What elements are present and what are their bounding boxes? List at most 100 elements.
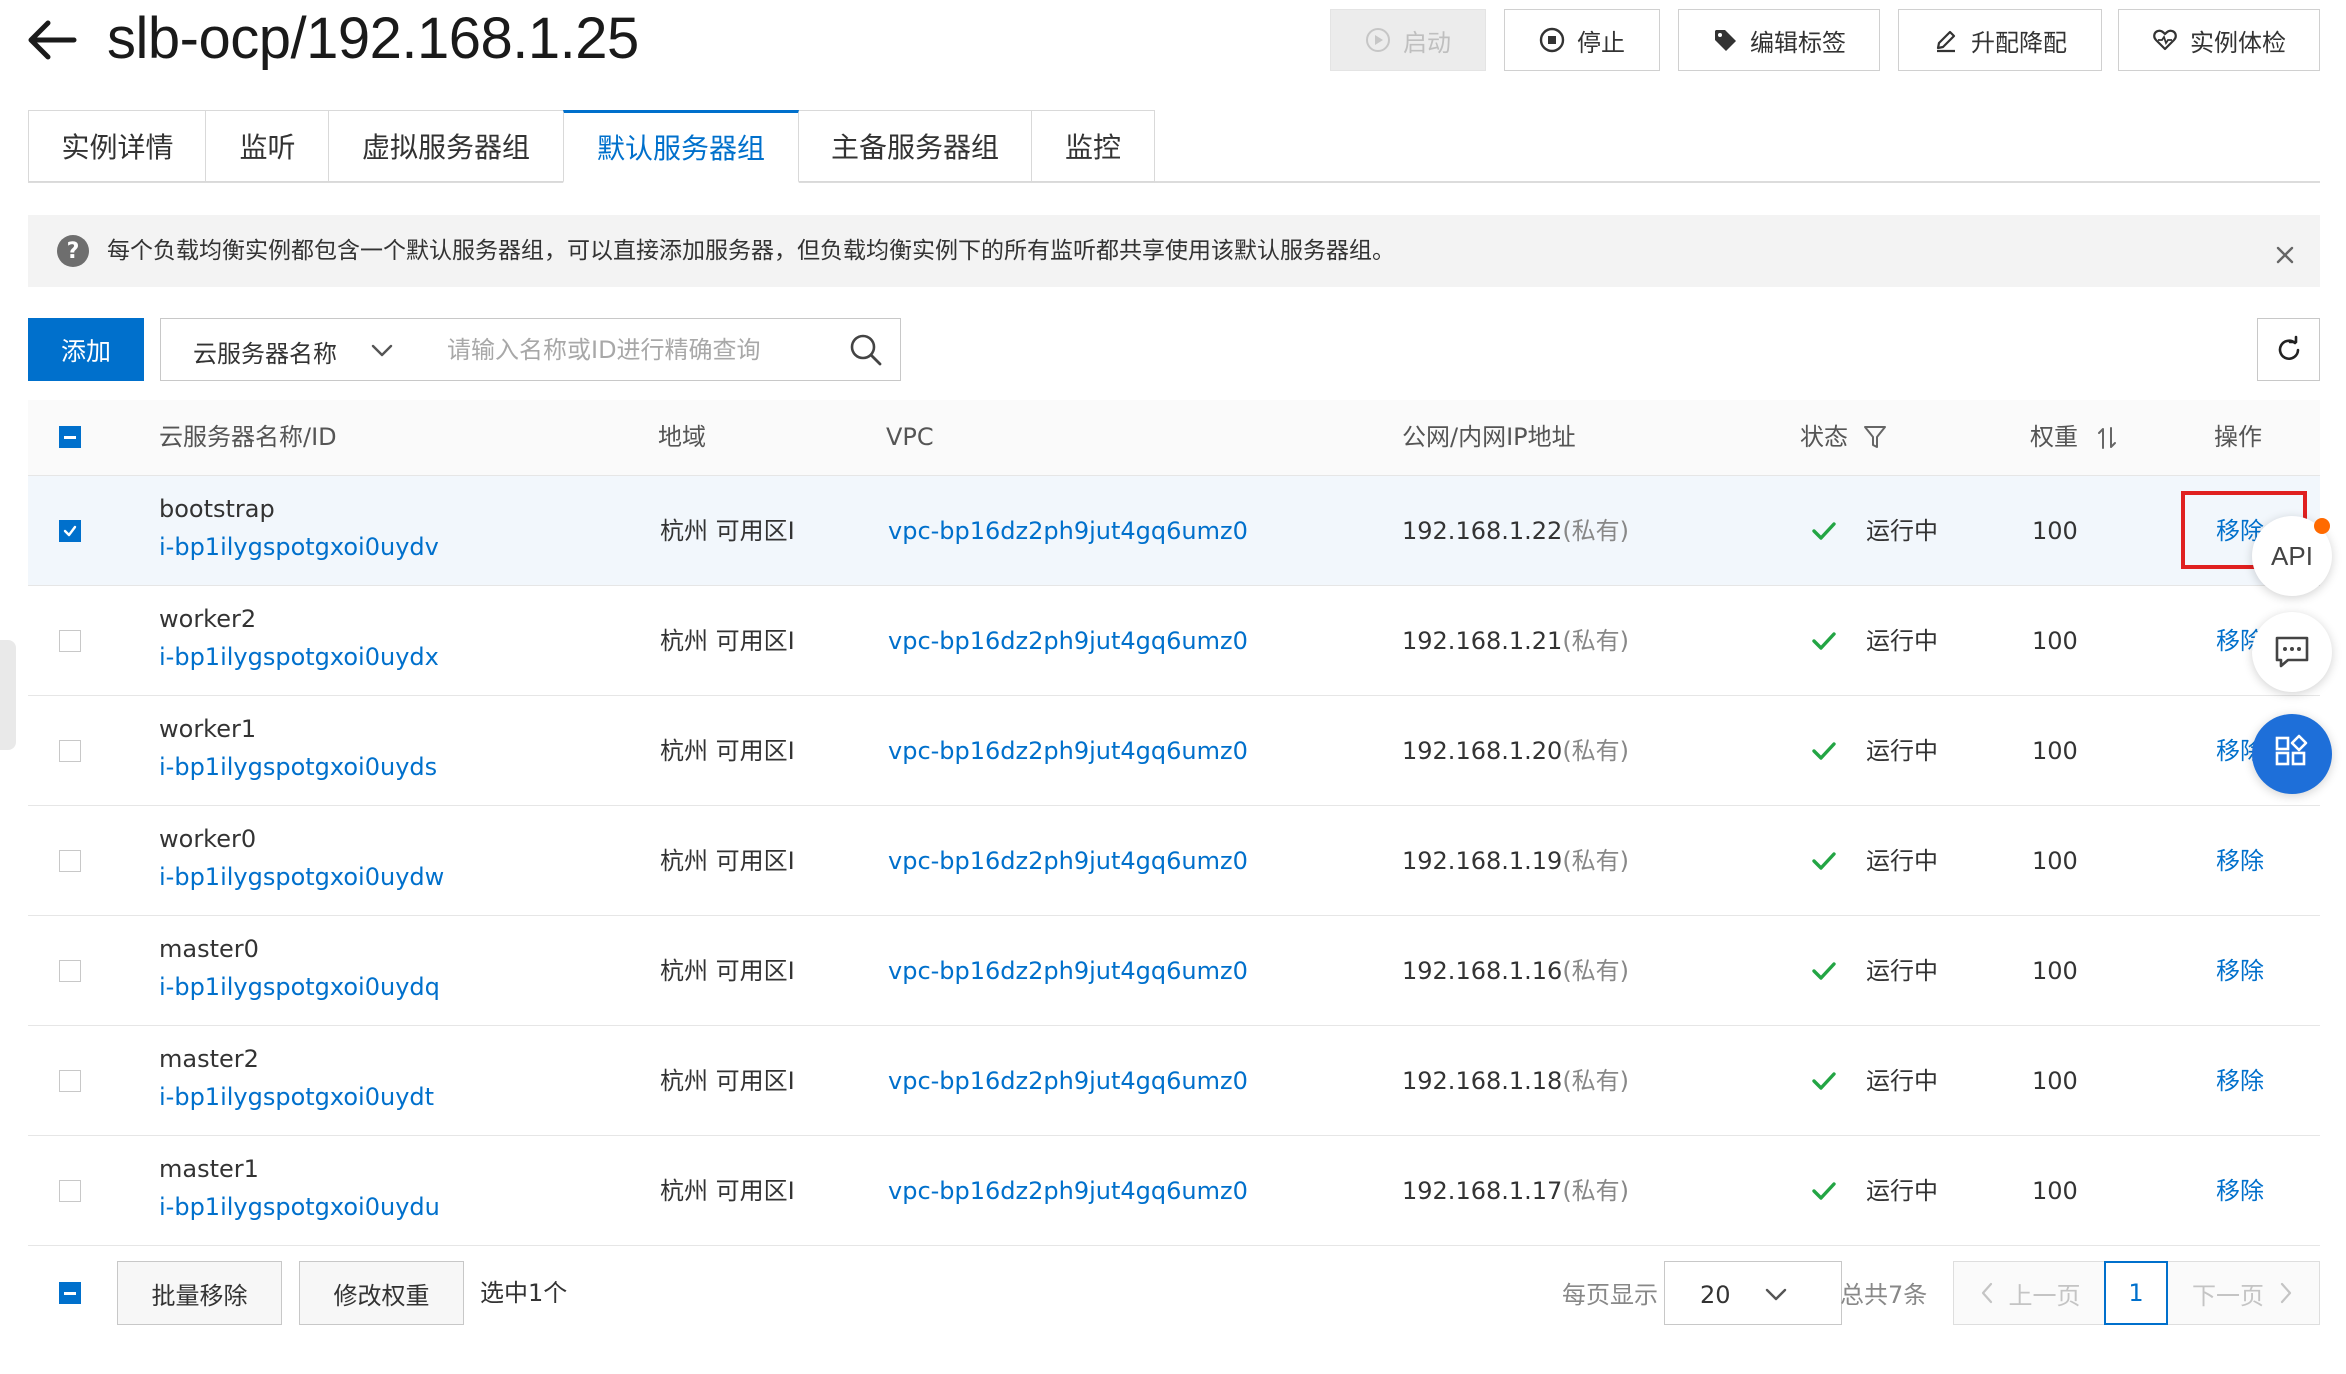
start-button[interactable]: 启动 [1330,9,1486,71]
chat-icon [2275,636,2309,668]
server-ip: 192.168.1.18(私有) [1402,1064,1629,1098]
search-input[interactable] [413,318,901,381]
row-checkbox[interactable] [59,850,81,872]
server-weight: 100 [2032,627,2078,655]
close-icon[interactable] [2270,240,2300,270]
health-check-button[interactable]: 实例体检 [2118,9,2320,71]
server-region: 杭州 可用区I [660,627,795,655]
tag-icon [1715,30,1736,51]
upgrade-button[interactable]: 升配降配 [1898,9,2102,71]
server-id-link[interactable]: i-bp1ilygspotgxoi0uyds [159,750,437,784]
column-header-region: 地域 [658,423,706,451]
vpc-link[interactable]: vpc-bp16dz2ph9jut4gq6umz0 [888,954,1248,988]
vpc-link[interactable]: vpc-bp16dz2ph9jut4gq6umz0 [888,624,1248,658]
per-page-value: 20 [1700,1281,1731,1309]
tab-vserver-groups[interactable]: 虚拟服务器组 [328,110,564,182]
vpc-link[interactable]: vpc-bp16dz2ph9jut4gq6umz0 [888,734,1248,768]
back-arrow-icon[interactable] [22,10,82,70]
ip-type: (私有) [1562,847,1630,875]
ip-type: (私有) [1562,627,1630,655]
server-status: 运行中 [1866,517,1938,545]
server-id-link[interactable]: i-bp1ilygspotgxoi0uydt [159,1080,434,1114]
select-all-checkbox[interactable] [59,426,81,448]
tab-monitoring[interactable]: 监控 [1031,110,1155,182]
filter-icon[interactable] [1862,422,1888,452]
modify-weight-button[interactable]: 修改权重 [299,1261,464,1325]
sort-icon[interactable] [2096,424,2118,452]
search-icon[interactable] [848,332,884,368]
ip-type: (私有) [1562,1067,1630,1095]
refresh-icon [2278,335,2299,360]
remove-link[interactable]: 移除 [2216,1174,2264,1208]
ip-type: (私有) [1562,957,1630,985]
check-icon [1812,522,1836,540]
server-weight: 100 [2032,517,2078,545]
server-name: bootstrap [159,495,275,523]
row-checkbox[interactable] [59,740,81,762]
vpc-link[interactable]: vpc-bp16dz2ph9jut4gq6umz0 [888,1174,1248,1208]
server-region: 杭州 可用区I [660,517,795,545]
next-page-button[interactable]: 下一页 [2166,1261,2320,1325]
server-name: worker2 [159,605,257,633]
column-header-status: 状态 [1800,423,1848,451]
server-ip: 192.168.1.17(私有) [1402,1174,1629,1208]
edit-tags-button[interactable]: 编辑标签 [1678,9,1880,71]
server-status: 运行中 [1866,627,1938,655]
tab-master-slave-groups[interactable]: 主备服务器组 [797,110,1033,182]
per-page-select[interactable] [1664,1261,1842,1325]
tab-default-server-group[interactable]: 默认服务器组 [563,110,799,183]
server-id-link[interactable]: i-bp1ilygspotgxoi0uydq [159,970,440,1004]
row-checkbox[interactable] [59,1070,81,1092]
server-status: 运行中 [1866,1067,1938,1095]
remove-link[interactable]: 移除 [2216,844,2264,878]
column-header-name-id: 云服务器名称/ID [159,423,337,451]
stop-button[interactable]: 停止 [1504,9,1660,71]
ip-address: 192.168.1.20 [1402,737,1563,765]
vpc-link[interactable]: vpc-bp16dz2ph9jut4gq6umz0 [888,844,1248,878]
ip-type: (私有) [1562,1177,1630,1205]
remove-link[interactable]: 移除 [2216,1064,2264,1098]
server-id-link[interactable]: i-bp1ilygspotgxoi0uydu [159,1190,440,1224]
next-page-label: 下一页 [2192,1281,2264,1310]
prev-page-button[interactable]: 上一页 [1953,1261,2106,1325]
server-region: 杭州 可用区I [660,1177,795,1205]
health-check-button-label: 实例体检 [2190,28,2286,57]
tab-listeners[interactable]: 监听 [205,110,330,182]
heart-pulse-icon [2153,29,2177,51]
ip-type: (私有) [1562,517,1630,545]
vpc-link[interactable]: vpc-bp16dz2ph9jut4gq6umz0 [888,514,1248,548]
chevron-right-icon [2280,1282,2292,1304]
chevron-left-icon [1981,1282,1992,1304]
row-checkbox[interactable] [59,520,81,542]
footer-select-all-checkbox[interactable] [59,1282,81,1304]
server-weight: 100 [2032,1177,2078,1205]
server-id-link[interactable]: i-bp1ilygspotgxoi0uydv [159,530,439,564]
server-status: 运行中 [1866,737,1938,765]
server-id-link[interactable]: i-bp1ilygspotgxoi0uydx [159,640,439,674]
chevron-down-icon [1765,1288,1787,1301]
add-button[interactable]: 添加 [28,318,144,381]
vpc-link[interactable]: vpc-bp16dz2ph9jut4gq6umz0 [888,1064,1248,1098]
check-icon [1812,1072,1836,1090]
tab-instance-details[interactable]: 实例详情 [28,110,207,182]
remove-link[interactable]: 移除 [2216,954,2264,988]
row-checkbox[interactable] [59,630,81,652]
per-page-label: 每页显示 [1562,1281,1658,1309]
row-checkbox[interactable] [59,1180,81,1202]
apps-button[interactable] [2252,714,2332,794]
prev-page-label: 上一页 [2008,1281,2081,1310]
server-id-link[interactable]: i-bp1ilygspotgxoi0uydw [159,860,444,894]
refresh-button[interactable] [2257,318,2320,381]
chat-button[interactable] [2252,612,2332,692]
row-checkbox[interactable] [59,960,81,982]
api-label: API [2271,540,2313,571]
page-number-current[interactable]: 1 [2104,1261,2168,1325]
sidebar-collapse-handle[interactable] [0,640,16,750]
server-region: 杭州 可用区I [660,1067,795,1095]
total-count: 总共7条 [1840,1281,1928,1309]
server-region: 杭州 可用区I [660,847,795,875]
server-name: master1 [159,1155,259,1183]
server-weight: 100 [2032,957,2078,985]
check-icon [1812,632,1836,650]
batch-remove-button[interactable]: 批量移除 [117,1261,282,1325]
